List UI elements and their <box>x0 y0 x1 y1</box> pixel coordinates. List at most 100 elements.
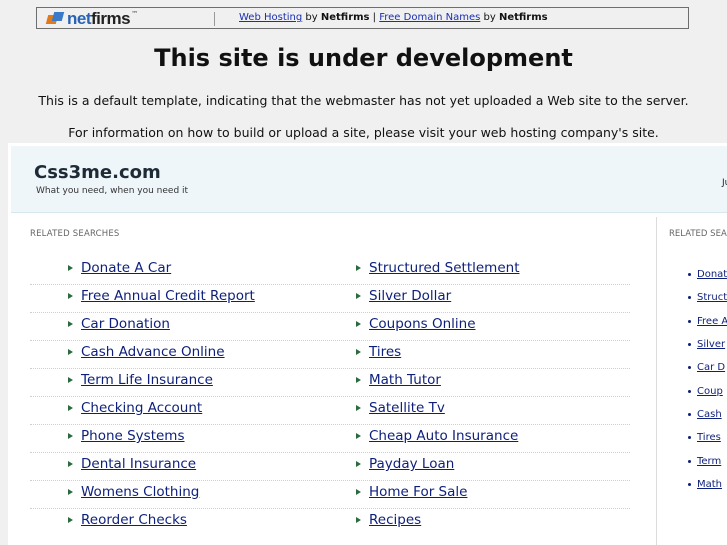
related-link[interactable]: Reorder Checks <box>81 512 187 528</box>
bullet-icon <box>688 319 691 323</box>
logo-trademark: ™ <box>131 10 139 18</box>
related-link-item[interactable]: Womens Clothing <box>68 484 199 500</box>
related-link-item[interactable]: Car Donation <box>68 316 170 332</box>
side-link-item[interactable]: Term <box>688 449 727 472</box>
side-link[interactable]: Term <box>697 456 721 467</box>
related-link[interactable]: Cheap Auto Insurance <box>369 428 518 444</box>
by-text: by <box>302 12 321 23</box>
arrow-icon <box>356 377 361 383</box>
arrow-icon <box>68 405 73 411</box>
related-link-item[interactable]: Phone Systems <box>68 428 185 444</box>
related-link[interactable]: Donate A Car <box>81 260 171 276</box>
free-domain-names-link[interactable]: Free Domain Names <box>379 12 480 23</box>
related-link-item[interactable]: Satellite Tv <box>356 400 445 416</box>
related-link[interactable]: Silver Dollar <box>369 288 451 304</box>
related-link[interactable]: Tires <box>369 344 401 360</box>
arrow-icon <box>68 489 73 495</box>
related-link-item[interactable]: Dental Insurance <box>68 456 196 472</box>
side-link[interactable]: Car D <box>697 362 725 373</box>
related-link[interactable]: Math Tutor <box>369 372 441 388</box>
banner-divider <box>214 12 215 26</box>
related-link-item[interactable]: Cash Advance Online <box>68 344 225 360</box>
arrow-icon <box>356 349 361 355</box>
related-link[interactable]: Free Annual Credit Report <box>81 288 255 304</box>
related-link[interactable]: Recipes <box>369 512 421 528</box>
side-link[interactable]: Silver <box>697 339 725 350</box>
web-hosting-link[interactable]: Web Hosting <box>239 12 302 23</box>
netfirms-banner: netfirms ™ Web Hosting by Netfirms | Fre… <box>36 7 689 29</box>
related-link-item[interactable]: Coupons Online <box>356 316 476 332</box>
bullet-icon <box>688 459 691 463</box>
related-link[interactable]: Phone Systems <box>81 428 185 444</box>
side-link[interactable]: Free A <box>697 316 727 327</box>
arrow-icon <box>356 517 361 523</box>
related-link[interactable]: Checking Account <box>81 400 202 416</box>
side-link[interactable]: Tires <box>697 432 721 443</box>
related-link-item[interactable]: Free Annual Credit Report <box>68 288 255 304</box>
logo-text-firms: firms <box>91 9 131 28</box>
bullet-icon <box>688 389 691 393</box>
related-searches-label: RELATED SEARCHES <box>30 229 120 239</box>
related-link[interactable]: Car Donation <box>81 316 170 332</box>
side-link-item[interactable]: Struct <box>688 286 727 309</box>
related-link[interactable]: Dental Insurance <box>81 456 196 472</box>
side-link-item[interactable]: Silver <box>688 333 727 356</box>
related-link-item[interactable]: Math Tutor <box>356 372 441 388</box>
brand-netfirms: Netfirms <box>320 12 370 23</box>
related-link-item[interactable]: Term Life Insurance <box>68 372 213 388</box>
arrow-icon <box>68 461 73 467</box>
side-link[interactable]: Donat <box>697 269 727 280</box>
related-link[interactable]: Coupons Online <box>369 316 476 332</box>
column-divider <box>656 217 657 545</box>
bullet-icon <box>688 412 691 416</box>
side-link[interactable]: Math <box>697 479 722 490</box>
related-link[interactable]: Term Life Insurance <box>81 372 213 388</box>
netfirms-logo[interactable]: netfirms ™ <box>45 9 139 28</box>
side-link-item[interactable]: Car D <box>688 356 727 379</box>
side-link[interactable]: Coup <box>697 386 723 397</box>
parked-header: Css3me.com What you need, when you need … <box>11 146 727 213</box>
related-link[interactable]: Structured Settlement <box>369 260 519 276</box>
parked-page-frame: Css3me.com What you need, when you need … <box>8 143 727 545</box>
link-row: Free Annual Credit Report Silver Dollar <box>30 285 630 313</box>
arrow-icon <box>356 293 361 299</box>
related-link[interactable]: Satellite Tv <box>369 400 445 416</box>
related-link[interactable]: Payday Loan <box>369 456 454 472</box>
related-link[interactable]: Cash Advance Online <box>81 344 225 360</box>
related-link-item[interactable]: Donate A Car <box>68 260 171 276</box>
hosting-text: Web Hosting by Netfirms | Free Domain Na… <box>239 12 548 23</box>
related-link-item[interactable]: Checking Account <box>68 400 202 416</box>
link-row: Dental Insurance Payday Loan <box>30 453 630 481</box>
page-headline: This site is under development <box>154 44 573 72</box>
related-link-item[interactable]: Reorder Checks <box>68 512 187 528</box>
brand-netfirms: Netfirms <box>498 12 548 23</box>
related-link-item[interactable]: Home For Sale <box>356 484 467 500</box>
arrow-icon <box>68 293 73 299</box>
side-link-item[interactable]: Tires <box>688 426 727 449</box>
related-link-item[interactable]: Tires <box>356 344 401 360</box>
side-link-item[interactable]: Free A <box>688 310 727 333</box>
netfirms-logo-icon <box>45 11 65 26</box>
side-link[interactable]: Cash <box>697 409 722 420</box>
side-link[interactable]: Struct <box>697 292 727 303</box>
side-link-item[interactable]: Donat <box>688 263 727 286</box>
related-link-item[interactable]: Silver Dollar <box>356 288 451 304</box>
link-row: Womens Clothing Home For Sale <box>30 481 630 509</box>
related-link[interactable]: Womens Clothing <box>81 484 199 500</box>
side-link-item[interactable]: Coup <box>688 379 727 402</box>
arrow-icon <box>68 321 73 327</box>
arrow-icon <box>356 461 361 467</box>
bullet-icon <box>688 366 691 370</box>
related-link-item[interactable]: Cheap Auto Insurance <box>356 428 518 444</box>
logo-text-net: net <box>67 9 92 28</box>
related-link-item[interactable]: Recipes <box>356 512 421 528</box>
by-text: by <box>480 12 499 23</box>
related-links-grid: Donate A Car Structured Settlement Free An… <box>30 257 630 536</box>
side-link-item[interactable]: Cash <box>688 403 727 426</box>
related-link-item[interactable]: Payday Loan <box>356 456 454 472</box>
site-title[interactable]: Css3me.com <box>34 162 161 183</box>
related-searches-label-right: RELATED SEA <box>669 229 727 239</box>
side-link-item[interactable]: Math <box>688 473 727 496</box>
related-link[interactable]: Home For Sale <box>369 484 467 500</box>
related-link-item[interactable]: Structured Settlement <box>356 260 519 276</box>
